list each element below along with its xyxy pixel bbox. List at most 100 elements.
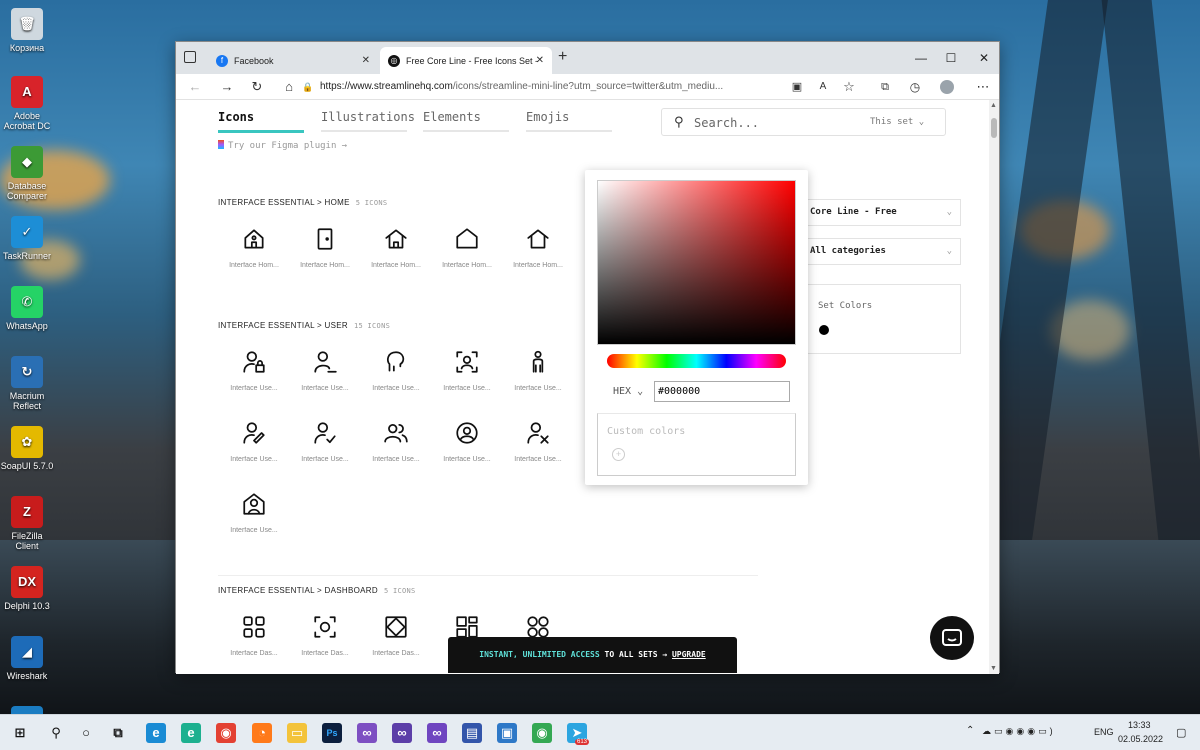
edge-icon[interactable]: e xyxy=(146,723,166,743)
search-box[interactable]: ⚲ Search... This set ⌄ xyxy=(661,108,946,136)
icon-tile[interactable]: Interface Use... xyxy=(363,420,429,463)
maximize-button[interactable]: ☐ xyxy=(936,48,966,68)
close-tab-icon[interactable]: ✕ xyxy=(536,55,544,66)
tab-facebook[interactable]: f Facebook ✕ xyxy=(208,47,378,74)
desktop-icon[interactable]: ◢ Wireshark xyxy=(0,636,54,681)
more-icon[interactable]: ⋯ xyxy=(972,77,994,97)
icon-tile[interactable]: Interface Use... xyxy=(221,349,287,392)
desktop-icon[interactable]: ✆ WhatsApp xyxy=(0,286,54,331)
window-app-icon[interactable]: ▣ xyxy=(497,723,517,743)
saturation-field[interactable] xyxy=(597,180,796,345)
close-tab-icon[interactable]: ✕ xyxy=(362,55,370,66)
clock-time[interactable]: 13:33 xyxy=(1128,720,1151,730)
color-swatch[interactable] xyxy=(819,325,829,335)
hue-slider[interactable] xyxy=(607,354,786,368)
icon-tile[interactable]: Interface Use... xyxy=(221,420,287,463)
icon-tile[interactable]: Interface Use... xyxy=(434,420,500,463)
icon-tile[interactable]: Interface Das... xyxy=(363,614,429,657)
add-color-icon[interactable]: + xyxy=(612,448,625,461)
tab-icons[interactable]: Icons xyxy=(218,110,254,124)
hex-input[interactable] xyxy=(654,381,790,402)
icon-tile[interactable]: Interface Use... xyxy=(221,491,287,534)
desktop-icon[interactable]: A Adobe Acrobat DC xyxy=(0,76,54,131)
desktop-icon[interactable]: ✓ TaskRunner xyxy=(0,216,54,261)
forward-icon[interactable]: → xyxy=(216,77,238,97)
edge-dev-icon[interactable]: e xyxy=(181,723,201,743)
favorite-icon[interactable]: ☆ xyxy=(838,77,860,97)
icon-tile[interactable]: Interface Hom... xyxy=(434,226,500,269)
address-bar[interactable]: 🔒 https://www.streamlinehq.com/icons/str… xyxy=(290,77,790,97)
icon-tile[interactable]: Interface Use... xyxy=(434,349,500,392)
history-icon[interactable]: ◷ xyxy=(904,77,926,97)
figma-icon xyxy=(218,140,224,149)
tab-emojis[interactable]: Emojis xyxy=(526,110,569,124)
collections-icon[interactable]: ⧉ xyxy=(874,77,896,97)
icon-label: Interface Use... xyxy=(372,385,420,392)
icon-label: Interface Use... xyxy=(230,456,278,463)
icon-label: Interface Das... xyxy=(301,650,349,657)
search-scope-select[interactable]: This set ⌄ xyxy=(870,117,924,127)
icon-tile[interactable]: Interface Use... xyxy=(505,420,571,463)
icon-label: Interface Hom... xyxy=(371,262,421,269)
desktop-icon[interactable]: DX Delphi 10.3 xyxy=(0,566,54,611)
color-mode-select[interactable]: HEX ⌄ xyxy=(613,386,643,397)
search-input[interactable]: Search... xyxy=(694,116,759,130)
profile-avatar[interactable] xyxy=(936,77,958,97)
chrome-icon[interactable]: ◉ xyxy=(216,723,236,743)
upgrade-link[interactable]: UPGRADE xyxy=(672,650,706,659)
firefox-icon[interactable]: ◔ xyxy=(252,723,272,743)
icon-tile[interactable]: Interface Hom... xyxy=(292,226,358,269)
read-aloud-icon[interactable]: A xyxy=(812,77,834,97)
desktop-icon[interactable]: ◆ Database Comparer xyxy=(0,146,54,201)
language-indicator[interactable]: ENG xyxy=(1094,727,1114,737)
task-view-icon[interactable]: ⧉ xyxy=(108,723,128,743)
icon-tile[interactable]: Interface Das... xyxy=(221,614,287,657)
desktop-icon[interactable]: ✿ SoapUI 5.7.0 xyxy=(0,426,54,471)
upgrade-banner[interactable]: INSTANT, UNLIMITED ACCESS TO ALL SETS → … xyxy=(448,637,737,673)
app-icon[interactable]: ▣ xyxy=(786,77,808,97)
set-select[interactable]: Core Line - Free ⌄ xyxy=(803,199,961,226)
figma-plugin-link[interactable]: Try our Figma plugin → xyxy=(218,140,347,151)
icon-tile[interactable]: Interface Hom... xyxy=(363,226,429,269)
tray-chevron-icon[interactable]: ⌃ xyxy=(966,725,974,736)
photoshop-icon[interactable]: Ps xyxy=(322,723,342,743)
streamline-icon: ◎ xyxy=(388,54,400,67)
icon-tile[interactable]: Interface Use... xyxy=(292,420,358,463)
scrollbar-thumb[interactable] xyxy=(991,118,997,138)
icon-tile[interactable]: Interface Hom... xyxy=(221,226,287,269)
userscan-icon xyxy=(456,351,478,373)
notifications-icon[interactable]: ▢ xyxy=(1176,726,1186,739)
start-icon[interactable]: ⊞ xyxy=(10,723,30,743)
chat-button[interactable] xyxy=(930,616,974,660)
save-app-icon[interactable]: ▤ xyxy=(462,723,482,743)
tab-actions-icon[interactable] xyxy=(184,51,196,63)
visual-studio-icon[interactable]: ∞ xyxy=(357,723,377,743)
explorer-icon[interactable]: ▭ xyxy=(287,723,307,743)
icon-tile[interactable]: Interface Use... xyxy=(505,349,571,392)
desktop-icon[interactable]: ↻ Macrium Reflect xyxy=(0,356,54,411)
visual-studio-code-icon[interactable]: ∞ xyxy=(392,723,412,743)
search-icon[interactable]: ⚲ xyxy=(46,723,66,743)
desktop-icon[interactable]: 🗑 Корзина xyxy=(0,8,54,53)
scrollbar[interactable]: ▲ ▼ xyxy=(989,100,999,674)
icon-tile[interactable]: Interface Use... xyxy=(363,349,429,392)
chrome-profile-icon[interactable]: ◉ xyxy=(532,723,552,743)
refresh-icon[interactable]: ↻ xyxy=(246,77,268,97)
icon-tile[interactable]: Interface Use... xyxy=(292,349,358,392)
cortana-icon[interactable]: ○ xyxy=(76,723,96,743)
back-icon[interactable]: ← xyxy=(184,77,206,97)
set-colors-label: Set Colors xyxy=(818,301,873,311)
clock-date[interactable]: 02.05.2022 xyxy=(1118,734,1163,744)
category-select[interactable]: All categories ⌄ xyxy=(803,238,961,265)
icon-tile[interactable]: Interface Das... xyxy=(292,614,358,657)
minimize-button[interactable]: — xyxy=(906,48,936,68)
tab-streamline[interactable]: ◎ Free Core Line - Free Icons Set - ✕ xyxy=(380,47,552,74)
tab-elements[interactable]: Elements xyxy=(423,110,481,124)
new-tab-button[interactable]: + xyxy=(558,48,567,66)
icon-count: 15 ICONS xyxy=(353,322,391,330)
visual-studio-preview-icon[interactable]: ∞ xyxy=(427,723,447,743)
close-window-button[interactable]: ✕ xyxy=(969,48,999,68)
tab-illustrations[interactable]: Illustrations xyxy=(321,110,415,124)
icon-tile[interactable]: Interface Hom... xyxy=(505,226,571,269)
desktop-icon[interactable]: Z FileZilla Client xyxy=(0,496,54,551)
